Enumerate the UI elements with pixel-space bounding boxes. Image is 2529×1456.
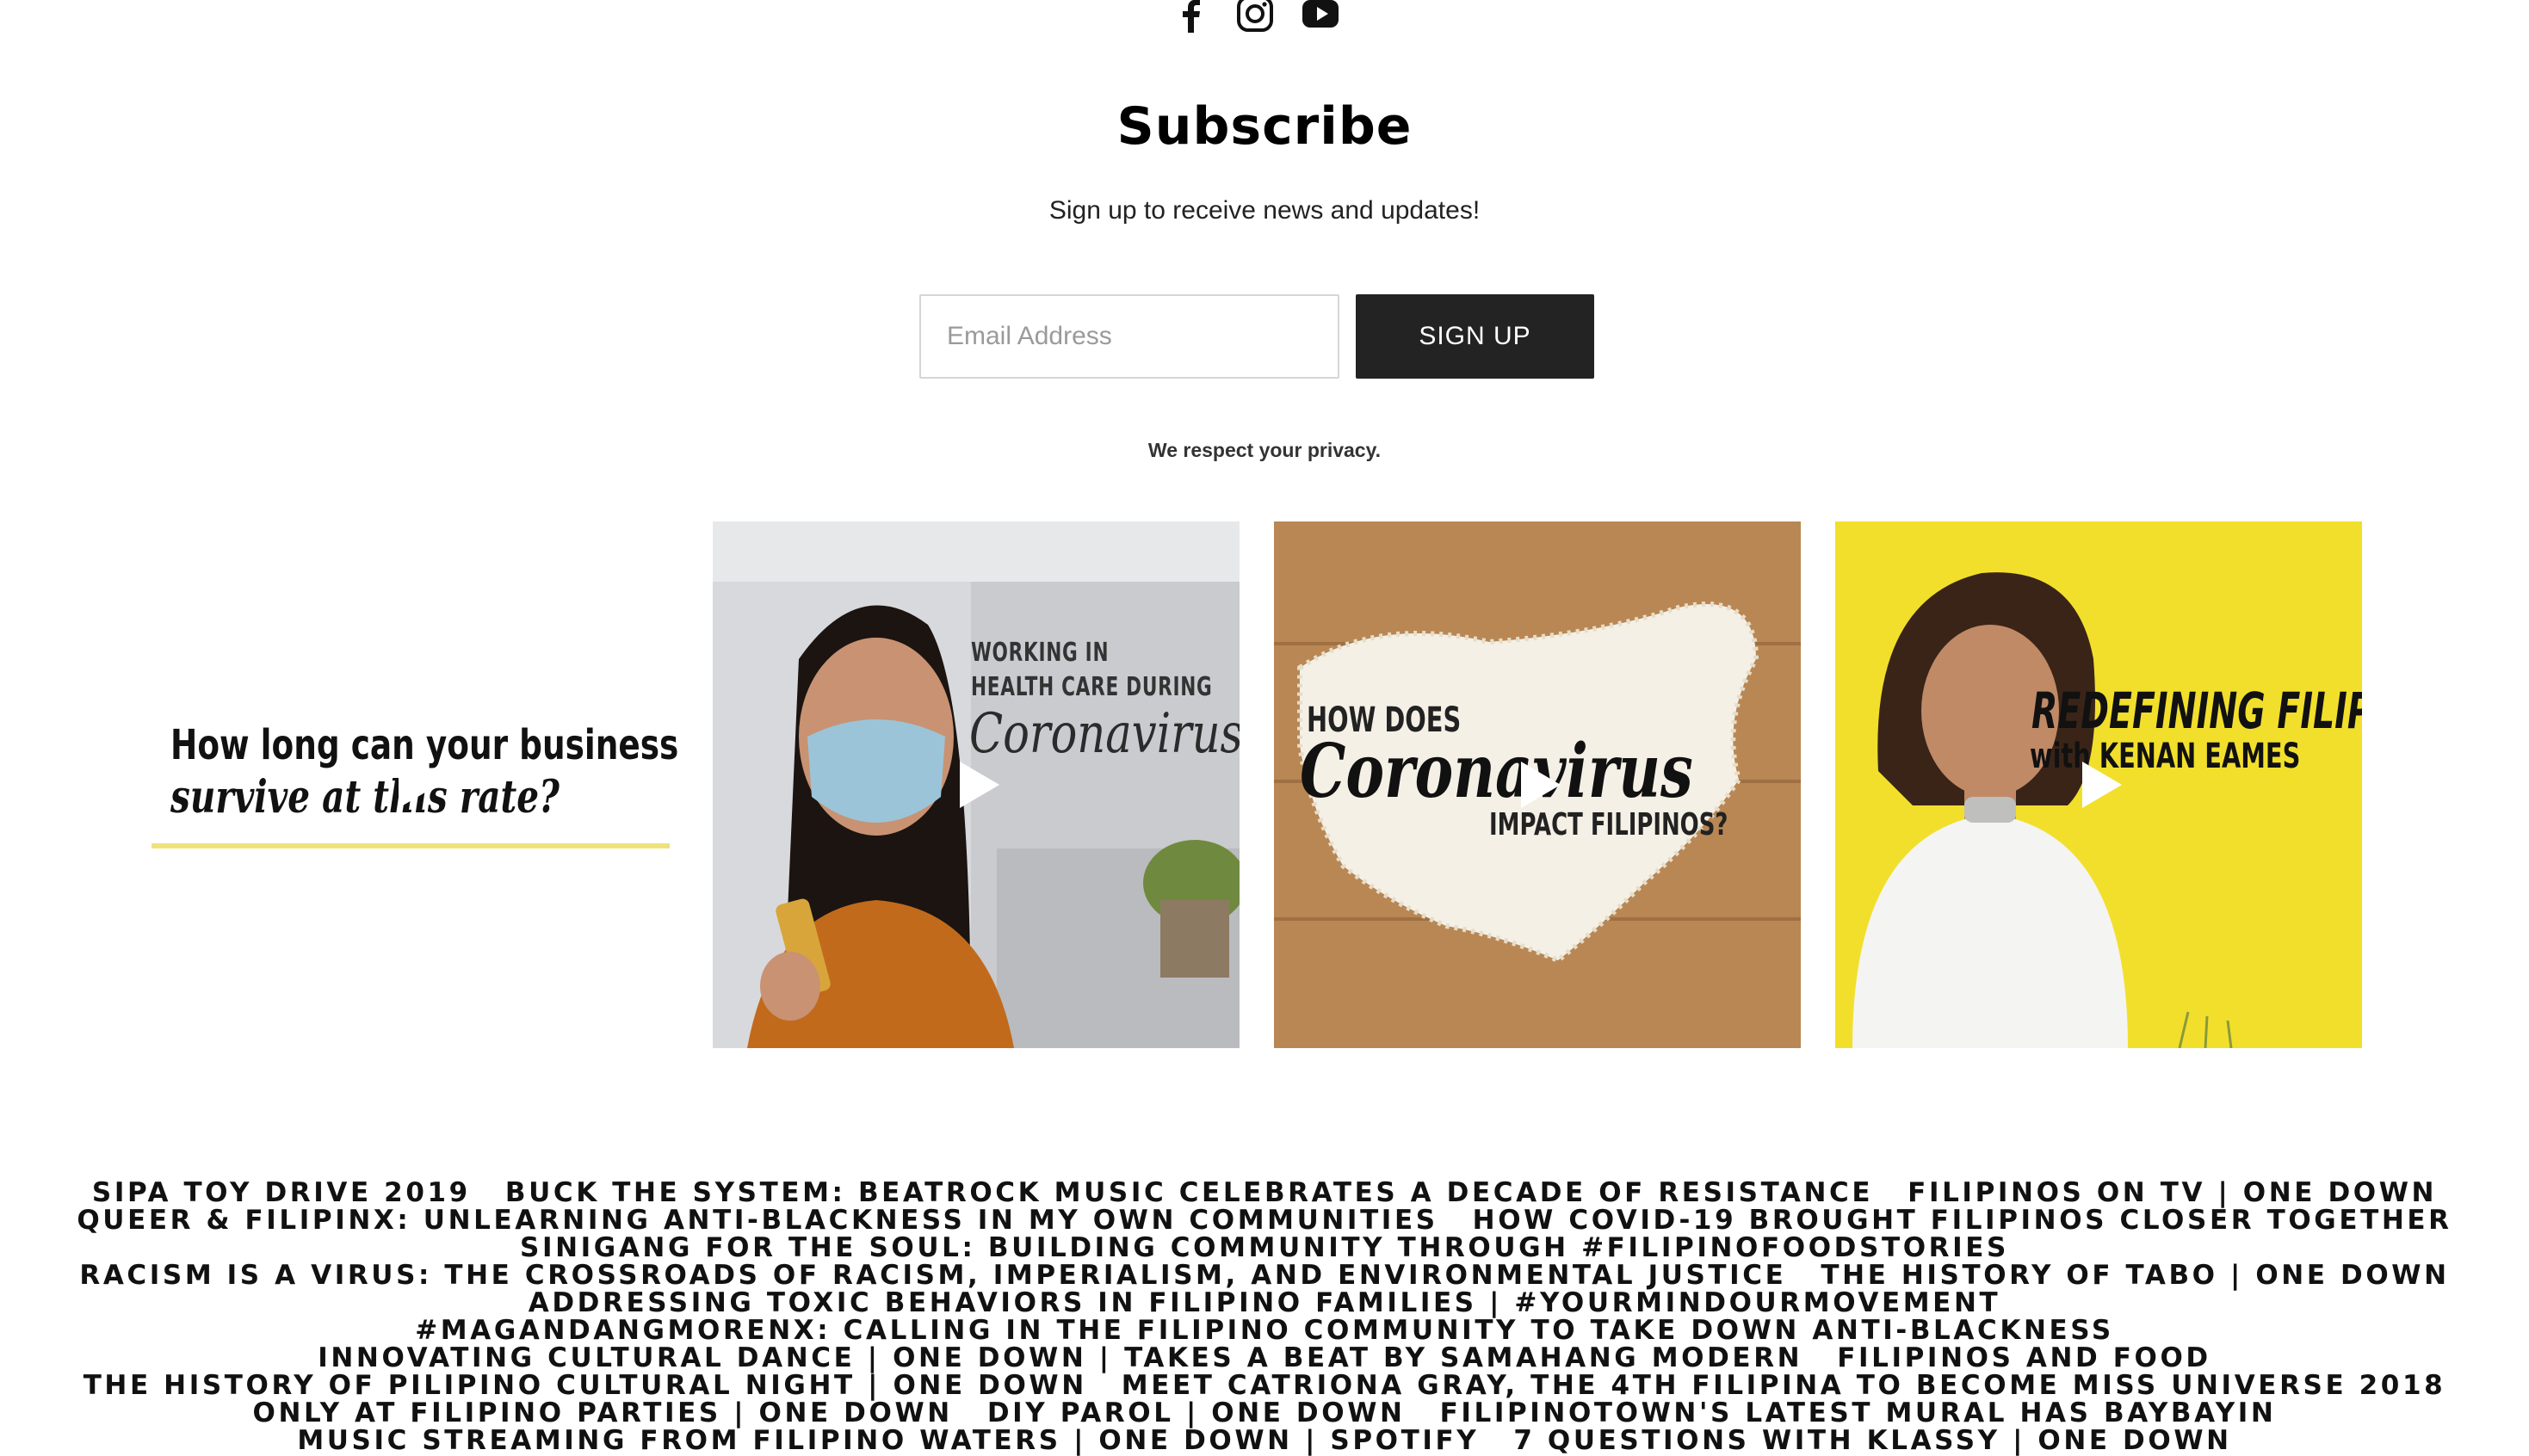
link-row: Queer & Filipinx: Unlearning Anti-Blackn… <box>0 1206 2529 1234</box>
privacy-note: We respect your privacy. <box>1147 439 1382 461</box>
sign-up-button[interactable]: SIGN UP <box>1356 294 1594 379</box>
link-row: SIPA Toy Drive 2019 Buck the System: Beat… <box>0 1179 2529 1206</box>
blog-post-link[interactable]: Only at Filipino Parties | One Down <box>253 1397 953 1428</box>
blog-post-link[interactable]: Racism is a Virus: The Crossroads of Rac… <box>79 1260 1786 1291</box>
play-icon <box>2068 755 2129 815</box>
subscribe-title: Subscribe <box>1116 96 1413 157</box>
link-row: Sinigang for the Soul: Building Communit… <box>0 1234 2529 1262</box>
post-2-caption-line3: Coronavirus <box>969 702 1240 766</box>
blog-post-link[interactable]: DIY Parol | One Down <box>987 1397 1406 1428</box>
blog-post-link[interactable]: #MagandangMorenx: Calling in the Filipin… <box>415 1315 2114 1346</box>
blog-post-link[interactable]: Innovating Cultural Dance | One Down | T… <box>318 1342 1802 1373</box>
subscribe-description: Sign up to receive news and updates! <box>1048 196 1481 225</box>
link-row: Music Streaming From Filipino Waters | O… <box>0 1427 2529 1454</box>
link-row: #MagandangMorenx: Calling in the Filipin… <box>0 1317 2529 1344</box>
link-row: The History of Pilipino Cultural Night |… <box>0 1372 2529 1399</box>
link-row: Innovating Cultural Dance | One Down | T… <box>0 1344 2529 1372</box>
instagram-post-3[interactable]: HOW DOES Coronavirus IMPACT FILIPINOS? <box>1274 521 1801 1048</box>
play-icon <box>1507 755 1567 815</box>
play-icon <box>385 755 445 815</box>
instagram-post-1[interactable]: How long can your business survive at th… <box>151 521 678 1048</box>
blog-post-link[interactable]: FilipinoTown's Latest Mural Has Baybayin <box>1440 1397 2277 1428</box>
blog-post-link[interactable]: Addressing Toxic Behaviors in Filipino F… <box>529 1287 2000 1318</box>
post-1-caption-line2: survive at this rate? <box>170 771 560 824</box>
blog-post-link[interactable]: Music Streaming From Filipino Waters | O… <box>297 1425 1479 1456</box>
post-2-caption-line2: HEALTH CARE DURING <box>971 672 1213 702</box>
blog-post-link[interactable]: 7 Questions with Klassy | One Down <box>1513 1425 2231 1456</box>
social-icons <box>0 0 2529 34</box>
blog-post-link[interactable]: The History of Tabo | One Down <box>1821 1260 2449 1291</box>
post-3-caption-line2: Coronavirus <box>1300 728 1693 815</box>
instagram-post-2[interactable]: WORKING IN HEALTH CARE DURING Coronaviru… <box>713 521 1240 1048</box>
youtube-icon[interactable] <box>1302 0 1339 33</box>
blog-post-link[interactable]: Sinigang for the Soul: Building Communit… <box>520 1232 2009 1263</box>
blog-post-link[interactable]: Meet Catriona Gray, the 4th Filipina to … <box>1122 1370 2446 1401</box>
blog-post-link[interactable]: Filipinos on TV | One Down <box>1908 1177 2437 1208</box>
email-input[interactable] <box>919 294 1339 379</box>
blog-post-link[interactable]: SIPA Toy Drive 2019 <box>92 1177 471 1208</box>
facebook-icon[interactable] <box>1172 0 1210 33</box>
blog-post-link[interactable]: The History of Pilipino Cultural Night |… <box>83 1370 1087 1401</box>
post-4-caption-line1: REDEFINING FILIPINO <box>2031 682 2362 740</box>
instagram-post-4[interactable]: REDEFINING FILIPINO with KENAN EAMES <box>1835 521 2362 1048</box>
link-row: Only at Filipino Parties | One Down DIY P… <box>0 1399 2529 1427</box>
link-row: Racism is a Virus: The Crossroads of Rac… <box>0 1262 2529 1289</box>
play-icon <box>946 755 1006 815</box>
instagram-icon[interactable] <box>1236 0 1274 33</box>
post-2-caption-line1: WORKING IN <box>971 638 1110 668</box>
blog-post-link[interactable]: How COVID-19 Brought Filipinos Closer To… <box>1473 1205 2452 1236</box>
blog-post-link[interactable]: Filipinos and Food <box>1837 1342 2211 1373</box>
blog-post-links: SIPA Toy Drive 2019 Buck the System: Beat… <box>0 1179 2529 1454</box>
link-row: Addressing Toxic Behaviors in Filipino F… <box>0 1289 2529 1317</box>
blog-post-link[interactable]: Buck the System: Beatrock Music Celebrat… <box>505 1177 1873 1208</box>
blog-post-link[interactable]: Queer & Filipinx: Unlearning Anti-Blackn… <box>77 1205 1438 1236</box>
